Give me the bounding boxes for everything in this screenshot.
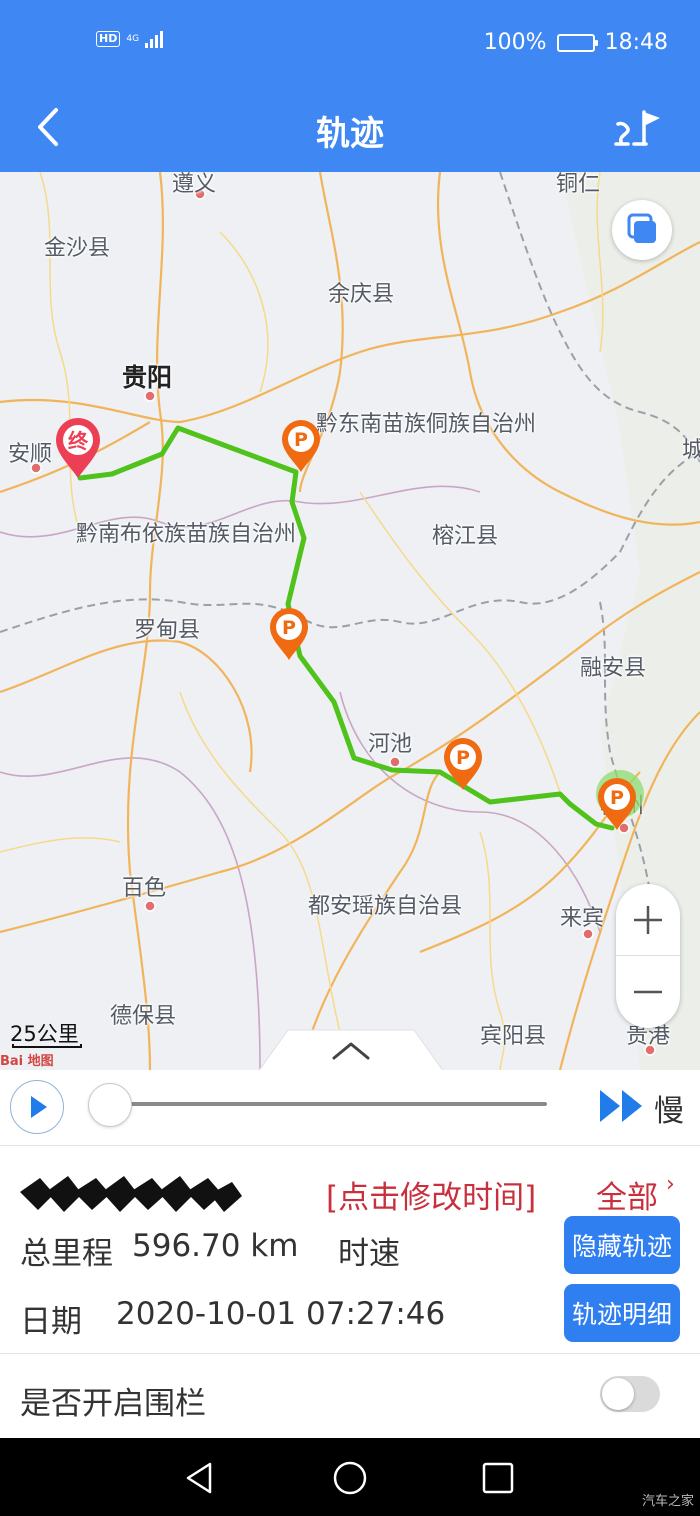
svg-text:P: P [294,429,308,451]
layers-icon [627,213,656,243]
date-value: 2020-10-01 07:27:46 [116,1296,446,1332]
plus-icon [634,905,662,934]
play-icon [31,1096,47,1118]
svg-text:P: P [456,747,470,769]
mileage-value: 596.70 km [132,1228,299,1264]
hide-track-button[interactable]: 隐藏轨迹 [564,1216,680,1274]
app-header: 轨迹 [0,86,700,172]
toggle-thumb [602,1378,634,1410]
chevron-up-icon [258,1029,444,1070]
mileage-label: 总里程 [20,1236,113,1272]
route-flag-button[interactable] [612,104,664,152]
watermark: 汽车之家 [641,1494,694,1509]
system-recents-icon[interactable] [478,1458,518,1498]
parking-marker-icon[interactable]: P [442,736,484,792]
system-home-icon[interactable] [330,1458,370,1498]
svg-text:P: P [610,787,624,809]
start-marker-icon[interactable]: 终 [52,416,104,480]
status-bar: HD 4G 100% 18:48 [0,0,700,86]
all-filter-link[interactable]: 全部 [596,1172,658,1217]
signal-indicators: HD 4G [96,30,164,48]
zoom-in-button[interactable] [616,884,680,956]
signal-icon [145,30,164,48]
fence-toggle[interactable] [600,1376,660,1412]
fast-forward-icon [600,1090,642,1122]
parking-marker-icon[interactable]: P [268,606,310,662]
fence-label: 是否开启围栏 [20,1386,206,1422]
parking-marker-icon[interactable]: P [280,418,322,474]
fast-forward-button[interactable] [598,1088,646,1124]
route-overlay [77,425,644,831]
system-navigation-bar: 汽车之家 [0,1438,700,1516]
chevron-right-icon: › [666,1172,675,1197]
track-detail-button[interactable]: 轨迹明细 [564,1284,680,1342]
start-marker-text: 终 [68,429,89,453]
map-view[interactable]: 遵义 铜仁 金沙县 余庆县 贵阳 安顺 黔东南苗族侗族自治州 黔南布依族苗族自治… [0,172,700,1070]
speed-info-label: 时速 [338,1236,400,1272]
network-type: 4G [126,33,140,44]
system-back-icon[interactable] [180,1458,220,1498]
zoom-control [616,884,680,1028]
minus-icon [634,990,662,994]
date-label: 日期 [20,1304,82,1340]
expand-panel-button[interactable] [258,1028,444,1070]
redacted-plate [20,1176,242,1212]
battery-icon [556,33,598,52]
speed-label[interactable]: 慢 [654,1086,684,1130]
page-title: 轨迹 [316,114,384,154]
svg-text:P: P [282,617,296,639]
clock: 18:48 [604,30,668,55]
edit-time-link[interactable]: [点击修改时间] [326,1172,536,1217]
play-button[interactable] [10,1080,64,1134]
track-info-panel: [点击修改时间] 全部 › 总里程 596.70 km 时速 隐藏轨迹 日期 2… [0,1146,700,1354]
fence-row: 是否开启围栏 [0,1354,700,1438]
route-line [77,425,615,831]
parking-marker-icon[interactable]: P [596,776,638,832]
playback-slider-track[interactable] [110,1102,547,1106]
hd-badge: HD [96,31,121,47]
zoom-out-button[interactable] [616,956,680,1028]
playback-bar: 慢 [0,1070,700,1146]
map-scale-bar [12,1044,82,1048]
map-layer-button[interactable] [612,200,672,260]
battery-percent: 100% [483,30,547,55]
route-flag-icon [614,110,660,146]
map-provider-logo: Bai 地图 [0,1054,54,1069]
playback-slider-thumb[interactable] [88,1083,132,1127]
